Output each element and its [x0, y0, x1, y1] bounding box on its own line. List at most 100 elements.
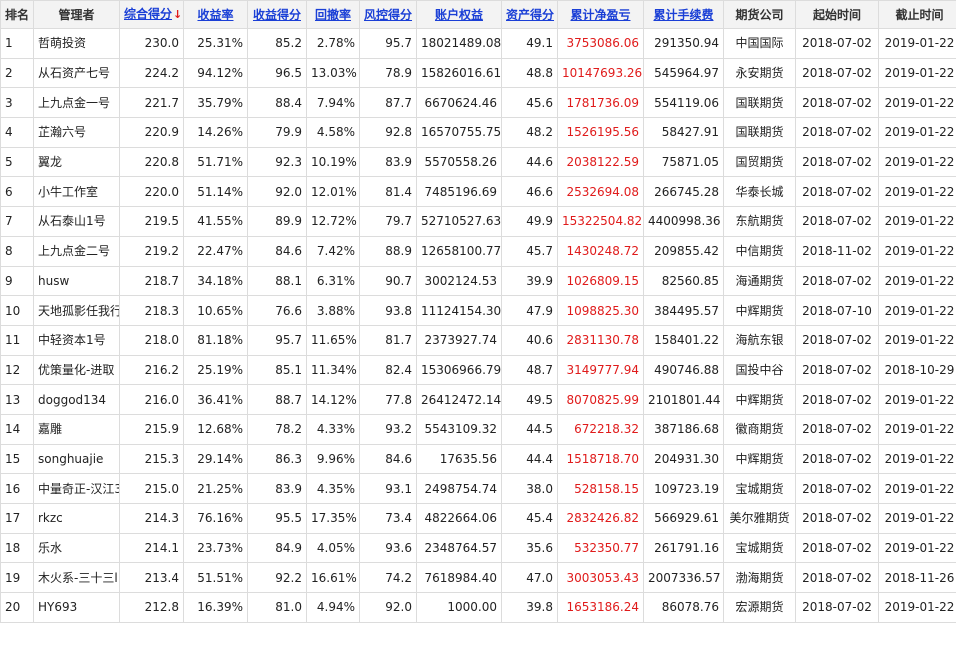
table-row[interactable]: 19 木火系-三十三l 213.4 51.51% 92.2 16.61% 74.2 76189…: [0, 562, 956, 594]
return-score-cell: 88.4: [247, 87, 307, 119]
manager-cell[interactable]: 中量奇正-汉江3: [33, 473, 120, 504]
manager-cell[interactable]: 芷瀚六号: [33, 117, 120, 148]
drawdown-header[interactable]: 回撤率: [306, 0, 360, 29]
net-pnl-header[interactable]: 累计净盈亏: [557, 0, 644, 29]
manager-cell[interactable]: 从石泰山1号: [33, 206, 120, 237]
table-row[interactable]: 9 husw 218.7 34.18% 88.1 6.31% 90.7 3002124.53 3…: [0, 265, 956, 297]
end-date-header-label: 截止时间: [895, 7, 944, 22]
drawdown-cell: 4.35%: [306, 473, 360, 504]
table-row[interactable]: 5 翼龙 220.8 51.71% 92.3 10.19% 83.9 5570558.26 44…: [0, 146, 956, 178]
manager-cell[interactable]: 优策量化-进取: [33, 354, 120, 386]
return-score-header-label[interactable]: 收益得分: [253, 8, 301, 22]
rank-cell: 10: [0, 295, 34, 326]
manager-cell[interactable]: doggod134: [33, 384, 120, 415]
table-row[interactable]: 13 doggod134 216.0 36.41% 88.7 14.12% 77.8 2641…: [0, 384, 956, 415]
risk-score-cell: 88.9: [359, 235, 417, 267]
asset-score-cell: 39.9: [501, 265, 558, 297]
return-score-header[interactable]: 收益得分: [247, 0, 307, 29]
net-pnl-cell: 8070825.99: [557, 384, 644, 415]
table-row[interactable]: 7 从石泰山1号 219.5 41.55% 89.9 12.72% 79.7 52710527…: [0, 206, 956, 237]
manager-cell[interactable]: 中轻资本1号: [33, 324, 120, 356]
table-row[interactable]: 4 芷瀚六号 220.9 14.26% 79.9 4.58% 92.8 16570755.75…: [0, 117, 956, 148]
fee-header[interactable]: 累计手续费: [643, 0, 724, 29]
table-row[interactable]: 6 小牛工作室 220.0 51.14% 92.0 12.01% 81.4 7485196.6…: [0, 176, 956, 208]
start-date-cell: 2018-07-02: [795, 354, 879, 386]
composite-score-cell: 214.1: [119, 532, 184, 564]
return-rate-header-label[interactable]: 收益率: [197, 8, 233, 22]
manager-cell[interactable]: songhuajie: [33, 443, 120, 475]
manager-cell[interactable]: husw: [33, 265, 120, 297]
equity-cell: 2348764.57: [416, 532, 502, 564]
manager-cell[interactable]: 从石资产七号: [33, 57, 120, 89]
equity-header-label[interactable]: 账户权益: [435, 8, 483, 22]
net-pnl-cell: 3753086.06: [557, 28, 644, 59]
risk-score-cell: 93.8: [359, 295, 417, 326]
return-rate-header[interactable]: 收益率: [183, 0, 248, 29]
return-rate-cell: 34.18%: [183, 265, 248, 297]
composite-score-cell: 215.9: [119, 413, 184, 445]
equity-header[interactable]: 账户权益: [416, 0, 502, 29]
equity-cell: 6670624.46: [416, 87, 502, 119]
risk-score-header[interactable]: 风控得分: [359, 0, 417, 29]
table-row[interactable]: 16 中量奇正-汉江3 215.0 21.25% 83.9 4.35% 93.1 249875…: [0, 473, 956, 504]
manager-header: 管理者: [33, 0, 120, 29]
manager-cell[interactable]: 上九点金二号: [33, 235, 120, 267]
return-score-cell: 85.2: [247, 28, 307, 59]
asset-score-cell: 39.8: [501, 592, 558, 623]
start-date-cell: 2018-07-02: [795, 384, 879, 415]
start-date-cell: 2018-07-02: [795, 473, 879, 504]
asset-score-cell: 45.4: [501, 503, 558, 534]
table-row[interactable]: 18 乐水 214.1 23.73% 84.9 4.05% 93.6 2348764.57 35…: [0, 532, 956, 564]
rank-cell: 14: [0, 413, 34, 445]
table-row[interactable]: 17 rkzc 214.3 76.16% 95.5 17.35% 73.4 4822664.0…: [0, 503, 956, 534]
manager-cell[interactable]: 翼龙: [33, 146, 120, 178]
manager-cell[interactable]: rkzc: [33, 503, 120, 534]
manager-cell[interactable]: 木火系-三十三l: [33, 562, 120, 594]
net-pnl-cell: 1026809.15: [557, 265, 644, 297]
table-row[interactable]: 8 上九点金二号 219.2 22.47% 84.6 7.42% 88.9 12658100.…: [0, 235, 956, 267]
net-pnl-header-label[interactable]: 累计净盈亏: [570, 8, 630, 22]
manager-cell[interactable]: HY693: [33, 592, 120, 623]
table-row[interactable]: 1 哲萌投资 230.0 25.31% 85.2 2.78% 95.7 18021489.08…: [0, 28, 956, 59]
table-row[interactable]: 12 优策量化-进取 216.2 25.19% 85.1 11.34% 82.4 153069…: [0, 354, 956, 386]
broker-cell: 中辉期货: [723, 384, 796, 415]
composite-score-cell: 213.4: [119, 562, 184, 594]
end-date-cell: 2019-01-22: [878, 592, 956, 623]
rank-cell: 2: [0, 57, 34, 89]
table-row[interactable]: 2 从石资产七号 224.2 94.12% 96.5 13.03% 78.9 15826016…: [0, 57, 956, 89]
manager-header-label: 管理者: [58, 7, 95, 22]
table-row[interactable]: 3 上九点金一号 221.7 35.79% 88.4 7.94% 87.7 6670624.4…: [0, 87, 956, 119]
fee-header-label[interactable]: 累计手续费: [653, 8, 713, 22]
return-score-cell: 83.9: [247, 473, 307, 504]
manager-cell[interactable]: 小牛工作室: [33, 176, 120, 208]
asset-score-cell: 48.2: [501, 117, 558, 148]
table-row[interactable]: 20 HY693 212.8 16.39% 81.0 4.94% 92.0 1000.00 39…: [0, 592, 956, 623]
composite-score-header[interactable]: 综合得分↓: [119, 0, 184, 29]
risk-score-cell: 77.8: [359, 384, 417, 415]
fee-cell: 209855.42: [643, 235, 724, 267]
return-score-cell: 88.1: [247, 265, 307, 297]
asset-score-cell: 45.7: [501, 235, 558, 267]
return-rate-cell: 14.26%: [183, 117, 248, 148]
fee-cell: 158401.22: [643, 324, 724, 356]
table-row[interactable]: 11 中轻资本1号 218.0 81.18% 95.7 11.65% 81.7 2373927…: [0, 324, 956, 356]
table-row[interactable]: 15 songhuajie 215.3 29.14% 86.3 9.96% 84.6 1763…: [0, 443, 956, 475]
drawdown-header-label[interactable]: 回撤率: [315, 8, 351, 22]
equity-cell: 17635.56: [416, 443, 502, 475]
table-row[interactable]: 14 嘉雕 215.9 12.68% 78.2 4.33% 93.2 5543109.32 44…: [0, 413, 956, 445]
rank-cell: 13: [0, 384, 34, 415]
risk-score-header-label[interactable]: 风控得分: [364, 8, 412, 22]
sort-desc-icon[interactable]: ↓: [173, 8, 182, 22]
asset-score-header-label[interactable]: 资产得分: [506, 8, 554, 22]
manager-cell[interactable]: 上九点金一号: [33, 87, 120, 119]
net-pnl-cell: 1098825.30: [557, 295, 644, 326]
manager-cell[interactable]: 天地孤影任我行: [33, 295, 120, 326]
manager-cell[interactable]: 乐水: [33, 532, 120, 564]
manager-cell[interactable]: 哲萌投资: [33, 28, 120, 59]
manager-cell[interactable]: 嘉雕: [33, 413, 120, 445]
risk-score-cell: 92.8: [359, 117, 417, 148]
asset-score-header[interactable]: 资产得分: [501, 0, 558, 29]
drawdown-cell: 11.34%: [306, 354, 360, 386]
table-row[interactable]: 10 天地孤影任我行 218.3 10.65% 76.6 3.88% 93.8 1112415…: [0, 295, 956, 326]
composite-score-header-label[interactable]: 综合得分: [124, 7, 172, 21]
